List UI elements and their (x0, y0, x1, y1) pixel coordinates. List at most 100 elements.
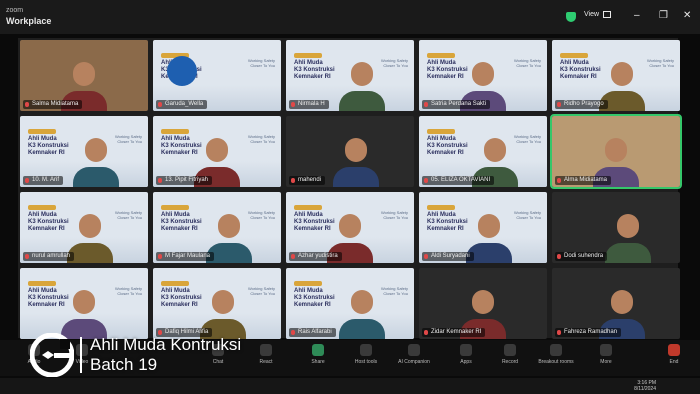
participant-face (212, 290, 234, 314)
slide-badge (28, 281, 56, 286)
participant-tile[interactable]: Ahli Muda K3 Konstruksi Kemnaker RIWorki… (153, 192, 281, 263)
toolbar-icon (600, 344, 612, 356)
title-bar: zoom Workplace View – ❐ ✕ (0, 0, 700, 34)
g-logo-icon (30, 333, 74, 377)
participant-name: M Fajar Maulana (156, 252, 215, 261)
participant-tile[interactable]: Ahli Muda K3 Konstruksi Kemnaker RIWorki… (286, 192, 414, 263)
caption-overlay: Ahli Muda Kontruksi Batch 19 (30, 330, 241, 380)
participant-name: Aldi Suryadani (422, 252, 474, 261)
participant-name-label: mahendi (298, 177, 322, 183)
participant-tile[interactable]: Ahli Muda K3 Konstruksi Kemnaker RI Worki… (419, 40, 547, 111)
toolbar-icon (668, 344, 680, 356)
muted-mic-icon (557, 178, 561, 183)
slide-tagline: Working Safety Closer To You (114, 286, 142, 296)
participant-face (617, 214, 639, 238)
participant-tile[interactable]: Ahli Muda K3 Konstruksi Kemnaker RI Worki… (20, 268, 148, 339)
participant-tile[interactable]: Ahli Muda K3 Konstruksi Kemnaker RI Worki… (20, 192, 148, 263)
toolbar-label: Breakout rooms (538, 359, 574, 365)
participant-face (218, 214, 240, 238)
participant-tile[interactable]: Ahli Muda K3 Konstruksi Kemnaker RIWorki… (286, 268, 414, 339)
toolbar-label: Record (501, 359, 519, 365)
participant-tile[interactable]: Ahli Muda K3 Konstruksi Kemnaker RIWorki… (153, 116, 281, 187)
participant-face (605, 138, 627, 162)
toolbar-button[interactable]: Host tools (344, 344, 388, 365)
toolbar-button[interactable]: Record (488, 344, 532, 365)
minimize-icon[interactable]: – (634, 10, 640, 21)
clock-date: 8/11/2024 (634, 386, 656, 392)
participant-face (472, 62, 494, 86)
toolbar-button[interactable]: React (244, 344, 288, 365)
participant-name: Salma Midiatama (23, 100, 83, 109)
participant-name-label: Ridho Prayogo (564, 101, 604, 107)
slide-tagline: Working Safety Closer To You (114, 210, 142, 220)
toolbar-button[interactable]: More (584, 344, 628, 365)
toolbar-icon (408, 344, 420, 356)
toolbar-button[interactable]: Apps (444, 344, 488, 365)
slide-badge (161, 205, 189, 210)
slide-tagline: Working Safety Closer To You (646, 58, 674, 68)
participant-tile[interactable]: Ahli Muda K3 Konstruksi Kemnaker RIWorki… (153, 40, 281, 111)
system-clock: 3:16 PM 8/11/2024 (634, 380, 656, 392)
participant-tile[interactable]: Salma Midiatama (20, 40, 148, 111)
slide-title: Ahli Muda K3 Konstruksi Kemnaker RI (294, 60, 335, 80)
participant-face (484, 138, 506, 162)
muted-mic-icon (424, 178, 428, 183)
slide-tagline: Working Safety Closer To You (114, 134, 142, 144)
participant-tile[interactable]: Ahli Muda K3 Konstruksi Kemnaker RI Worki… (286, 40, 414, 111)
participant-name: Dodi suhendra (555, 252, 608, 261)
view-button[interactable]: View (584, 11, 612, 18)
slide-title: Ahli Muda K3 Konstruksi Kemnaker RI (28, 136, 69, 156)
slide-title: Ahli Muda K3 Konstruksi Kemnaker RI (427, 136, 468, 156)
participant-name-label: Alma Midiatama (564, 177, 608, 183)
participant-name: 13. Pipit Fitriyah (156, 176, 213, 185)
participant-face (472, 290, 494, 314)
slide-title: Ahli Muda K3 Konstruksi Kemnaker RI (560, 60, 601, 80)
participant-tile[interactable]: Ahli Muda K3 Konstruksi Kemnaker RIWorki… (419, 116, 547, 187)
slide-tagline: Working Safety Closer To You (380, 286, 408, 296)
slide-tagline: Working Safety Closer To You (247, 210, 275, 220)
participant-tile[interactable]: Ahli Muda K3 Konstruksi Kemnaker RI Worki… (20, 116, 148, 187)
toolbar-button[interactable]: End (652, 344, 696, 365)
participant-tile[interactable]: Ahli Muda K3 Konstruksi Kemnaker RIWorki… (419, 192, 547, 263)
zoom-window: zoom Workplace View – ❐ ✕ Salma Midiatam… (0, 0, 700, 394)
participant-tile[interactable]: mahendi (286, 116, 414, 187)
slide-tagline: Working Safety Closer To You (380, 58, 408, 68)
slide-title: Ahli Muda K3 Konstruksi Kemnaker RI (161, 136, 202, 156)
participant-tile[interactable]: Alma Midiatama (550, 114, 682, 189)
participant-name-label: Satria Perdana Sakti (431, 101, 487, 107)
shield-icon[interactable] (566, 12, 576, 22)
slide-title: Ahli Muda K3 Konstruksi Kemnaker RI (427, 60, 468, 80)
participant-name: Zidar Kemnaker RI (422, 328, 486, 337)
toolbar-button[interactable]: AI Companion (392, 344, 436, 365)
slide-tagline: Working Safety Closer To You (513, 58, 541, 68)
toolbar-button[interactable]: Share (296, 344, 340, 365)
slide-title: Ahli Muda K3 Konstruksi Kemnaker RI (28, 288, 69, 308)
participant-name: Azhar yudistira (289, 252, 342, 261)
participant-tile[interactable]: Dodi suhendra (552, 192, 680, 263)
muted-mic-icon (424, 254, 428, 259)
toolbar-label: Host tools (354, 359, 378, 365)
participant-tile[interactable]: Ahli Muda K3 Konstruksi Kemnaker RIWorki… (153, 268, 281, 339)
muted-mic-icon (557, 102, 561, 107)
muted-mic-icon (25, 102, 29, 107)
participant-tile[interactable]: Fahreza Ramadhan (552, 268, 680, 339)
slide-tagline: Working Safety Closer To You (513, 210, 541, 220)
participant-tile[interactable]: Ahli Muda K3 Konstruksi Kemnaker RI Worki… (552, 40, 680, 111)
maximize-icon[interactable]: ❐ (659, 10, 668, 21)
participant-name: Fahreza Ramadhan (555, 328, 622, 337)
slide-badge (294, 53, 322, 58)
participant-name: nurul amrullah (23, 252, 75, 261)
participant-face (73, 290, 95, 314)
muted-mic-icon (557, 254, 561, 259)
participant-tile[interactable]: Zidar Kemnaker RI (419, 268, 547, 339)
muted-mic-icon (291, 102, 295, 107)
close-icon[interactable]: ✕ (683, 10, 691, 21)
slide-badge (28, 129, 56, 134)
toolbar-button[interactable]: Breakout rooms (534, 344, 578, 365)
participant-face (351, 290, 373, 314)
organization-logo (167, 56, 197, 86)
participant-face (79, 214, 101, 238)
participant-face (345, 138, 367, 162)
slide-title: Ahli Muda K3 Konstruksi Kemnaker RI (28, 212, 69, 232)
participant-face (206, 138, 228, 162)
